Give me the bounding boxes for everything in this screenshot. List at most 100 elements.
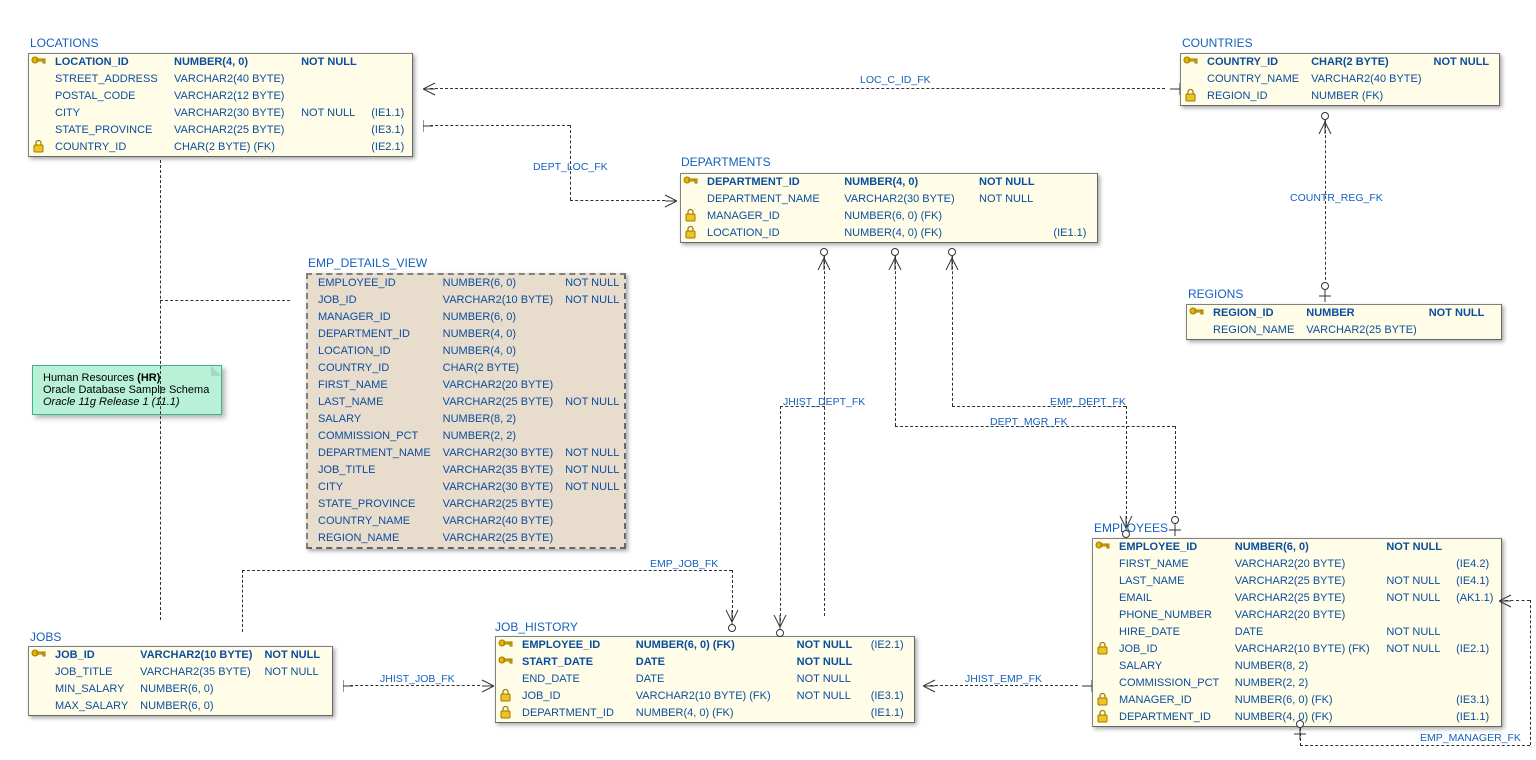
column-row: DEPARTMENT_NAMEVARCHAR2(30 BYTE)NOT NULL — [681, 191, 1097, 208]
column-index — [1490, 322, 1502, 339]
column-nullability: NOT NULL — [791, 688, 865, 705]
column-index: (IE4.1) — [1450, 573, 1501, 590]
column-nullability — [258, 681, 326, 698]
column-type: NUMBER(6, 0) (FK) — [838, 208, 973, 225]
column-name: REGION_ID — [1207, 305, 1300, 322]
column-name: COUNTRY_ID — [1201, 54, 1305, 71]
column-name: LOCATION_ID — [49, 54, 168, 71]
column-nullability: NOT NULL — [258, 664, 326, 681]
column-name: JOB_ID — [49, 647, 134, 664]
entity-jobs[interactable]: JOB_IDVARCHAR2(10 BYTE)NOT NULLJOB_TITLE… — [28, 646, 333, 716]
key-icon — [1093, 539, 1113, 556]
column-name: JOB_TITLE — [312, 462, 437, 479]
column-index — [625, 275, 637, 292]
column-name: COUNTRY_NAME — [312, 513, 437, 530]
column-index — [625, 479, 637, 496]
column-index: (IE2.1) — [865, 637, 914, 654]
column-nullability — [559, 496, 625, 513]
column-name: MIN_SALARY — [49, 681, 134, 698]
column-row: STREET_ADDRESSVARCHAR2(40 BYTE) — [29, 71, 412, 88]
column-nullability: NOT NULL — [295, 54, 365, 71]
column-type: NUMBER(6, 0) (FK) — [1229, 692, 1381, 709]
entity-title-departments: DEPARTMENTS — [681, 155, 771, 169]
column-row: CITYVARCHAR2(30 BYTE)NOT NULL — [308, 479, 637, 496]
key-icon — [496, 671, 516, 688]
column-row: REGION_IDNUMBERNOT NULL — [1187, 305, 1502, 322]
column-type: VARCHAR2(10 BYTE) (FK) — [630, 688, 791, 705]
column-index — [365, 88, 412, 105]
key-icon — [1181, 71, 1201, 88]
column-type: VARCHAR2(20 BYTE) — [1229, 607, 1381, 624]
column-type: VARCHAR2(25 BYTE) — [437, 394, 559, 411]
key-icon — [29, 664, 49, 681]
entity-locations[interactable]: LOCATION_IDNUMBER(4, 0)NOT NULLSTREET_AD… — [28, 53, 413, 157]
entity-regions[interactable]: REGION_IDNUMBERNOT NULLREGION_NAMEVARCHA… — [1186, 304, 1502, 340]
column-type: CHAR(2 BYTE) (FK) — [168, 139, 295, 156]
column-index — [1047, 208, 1097, 225]
column-row: COUNTRY_IDCHAR(2 BYTE) — [308, 360, 637, 377]
entity-title-locations: LOCATIONS — [30, 36, 98, 50]
column-row: LOCATION_IDNUMBER(4, 0)NOT NULL — [29, 54, 412, 71]
entity-countries[interactable]: COUNTRY_IDCHAR(2 BYTE)NOT NULLCOUNTRY_NA… — [1180, 53, 1500, 106]
column-index — [625, 411, 637, 428]
column-row: START_DATEDATENOT NULL — [496, 654, 914, 671]
key-icon — [29, 139, 49, 156]
column-row: MIN_SALARYNUMBER(6, 0) — [29, 681, 338, 698]
column-nullability: NOT NULL — [258, 647, 326, 664]
column-index — [326, 681, 338, 698]
column-row: JOB_TITLEVARCHAR2(35 BYTE)NOT NULL — [308, 462, 637, 479]
column-name: JOB_ID — [1113, 641, 1229, 658]
column-nullability: NOT NULL — [791, 654, 865, 671]
fk-label-jhist-job: JHIST_JOB_FK — [380, 673, 455, 685]
column-name: DEPARTMENT_NAME — [701, 191, 838, 208]
column-nullability: NOT NULL — [1428, 54, 1496, 71]
column-row: EMPLOYEE_IDNUMBER(6, 0)NOT NULL — [1093, 539, 1501, 556]
column-type: VARCHAR2(25 BYTE) — [168, 122, 295, 139]
column-index — [625, 530, 637, 547]
key-icon — [1181, 88, 1201, 105]
column-type: VARCHAR2(30 BYTE) — [437, 479, 559, 496]
column-index — [1490, 305, 1502, 322]
column-type: NUMBER(8, 2) — [437, 411, 559, 428]
fk-label-emp-dept: EMP_DEPT_FK — [1050, 396, 1126, 408]
column-index — [1495, 88, 1507, 105]
column-row: SALARYNUMBER(8, 2) — [308, 411, 637, 428]
column-type: VARCHAR2(40 BYTE) — [1305, 71, 1427, 88]
entity-job-history[interactable]: EMPLOYEE_IDNUMBER(6, 0) (FK)NOT NULL(IE2… — [495, 636, 915, 723]
column-name: LAST_NAME — [1113, 573, 1229, 590]
column-type: VARCHAR2(10 BYTE) — [437, 292, 559, 309]
column-row: REGION_NAMEVARCHAR2(25 BYTE) — [1187, 322, 1502, 339]
column-name: DEPARTMENT_ID — [516, 705, 630, 722]
column-index — [1495, 71, 1507, 88]
column-index: (IE2.1) — [1450, 641, 1501, 658]
key-icon — [1093, 658, 1113, 675]
column-type: NUMBER(4, 0) — [168, 54, 295, 71]
column-index — [625, 394, 637, 411]
column-nullability — [1380, 556, 1450, 573]
entity-title-regions: REGIONS — [1188, 287, 1243, 301]
entity-employees[interactable]: EMPLOYEE_IDNUMBER(6, 0)NOT NULLFIRST_NAM… — [1092, 538, 1502, 727]
column-index — [625, 496, 637, 513]
column-type: NUMBER(4, 0) — [437, 326, 559, 343]
column-name: COUNTRY_ID — [49, 139, 168, 156]
key-icon — [496, 705, 516, 722]
column-row: JOB_IDVARCHAR2(10 BYTE)NOT NULL — [29, 647, 338, 664]
column-nullability — [295, 71, 365, 88]
column-row: REGION_IDNUMBER (FK) — [1181, 88, 1507, 105]
entity-emp-details-view[interactable]: EMPLOYEE_IDNUMBER(6, 0)NOT NULLJOB_IDVAR… — [306, 273, 626, 549]
column-nullability — [559, 513, 625, 530]
column-nullability: NOT NULL — [791, 637, 865, 654]
column-nullability — [295, 122, 365, 139]
entity-departments[interactable]: DEPARTMENT_IDNUMBER(4, 0)NOT NULLDEPARTM… — [680, 173, 1098, 243]
column-index — [326, 664, 338, 681]
column-index: (IE4.2) — [1450, 556, 1501, 573]
column-row: MAX_SALARYNUMBER(6, 0) — [29, 698, 338, 715]
column-name: SALARY — [1113, 658, 1229, 675]
column-index: (IE3.1) — [865, 688, 914, 705]
entity-title-emp-details-view: EMP_DETAILS_VIEW — [308, 256, 427, 270]
column-nullability — [1380, 692, 1450, 709]
column-nullability — [559, 309, 625, 326]
key-icon — [1093, 556, 1113, 573]
key-icon — [1093, 624, 1113, 641]
column-type: DATE — [630, 654, 791, 671]
